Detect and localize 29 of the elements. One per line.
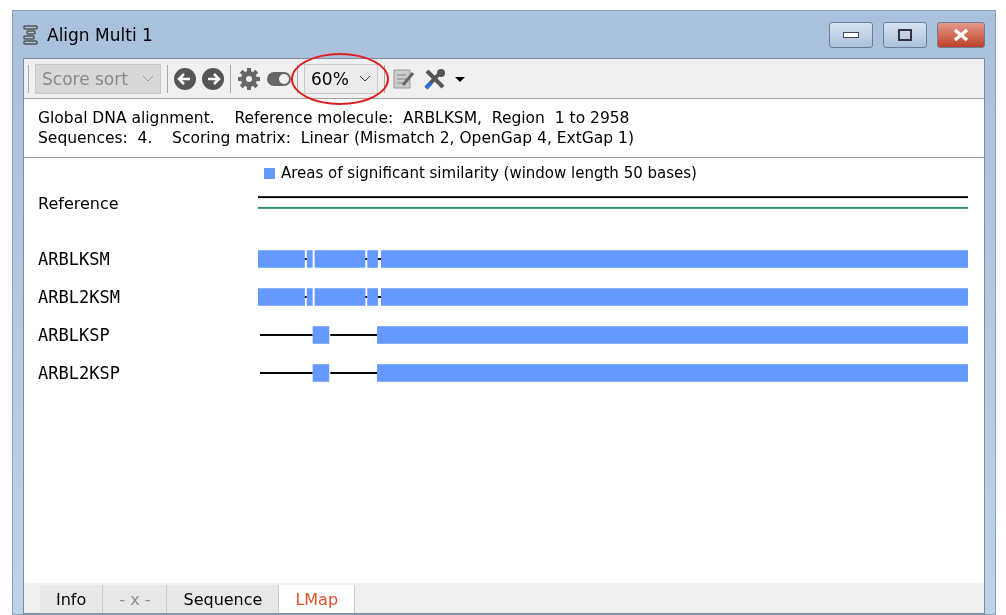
sequence-name: ARBL2KSP bbox=[38, 363, 121, 383]
chevron-down-icon bbox=[359, 74, 371, 83]
reference-label: Reference bbox=[38, 193, 120, 213]
scroll-edit-icon[interactable] bbox=[391, 66, 417, 91]
legend-text: Areas of significant similarity (window length 50 bases) bbox=[281, 164, 697, 182]
window-title: Align Multi 1 bbox=[47, 24, 154, 45]
close-icon bbox=[953, 27, 969, 42]
sequence-name: ARBLKSP bbox=[38, 325, 111, 345]
maximize-icon bbox=[898, 28, 912, 41]
tools-icon[interactable] bbox=[423, 66, 465, 91]
info-text: Sequences: 4. Scoring matrix: Linear (Mismatch 2, OpenGap 4, ExtGap 1) bbox=[38, 129, 635, 147]
toggle-icon[interactable] bbox=[267, 71, 291, 86]
tab[interactable]: Info bbox=[40, 585, 104, 613]
back-icon[interactable] bbox=[174, 67, 196, 90]
tab[interactable]: LMap bbox=[279, 585, 356, 613]
chevron-down-icon bbox=[142, 74, 154, 83]
maximize-button[interactable] bbox=[883, 21, 927, 48]
sequence-name: ARBLKSM bbox=[38, 249, 111, 269]
tab[interactable]: Sequence bbox=[167, 585, 280, 613]
alignment-icon bbox=[23, 24, 39, 45]
sequence-name: ARBL2KSM bbox=[38, 287, 121, 307]
close-button[interactable] bbox=[937, 21, 985, 48]
zoom-dropdown[interactable]: 60% bbox=[304, 63, 378, 94]
info-text: Global DNA alignment. Reference molecule: ARBLKSM, Region 1 to 2958 bbox=[38, 109, 631, 127]
minimize-button[interactable] bbox=[829, 21, 873, 48]
settings-icon[interactable] bbox=[237, 66, 261, 91]
forward-icon[interactable] bbox=[202, 67, 224, 90]
legend-swatch bbox=[264, 167, 275, 179]
minimize-icon bbox=[843, 31, 859, 38]
